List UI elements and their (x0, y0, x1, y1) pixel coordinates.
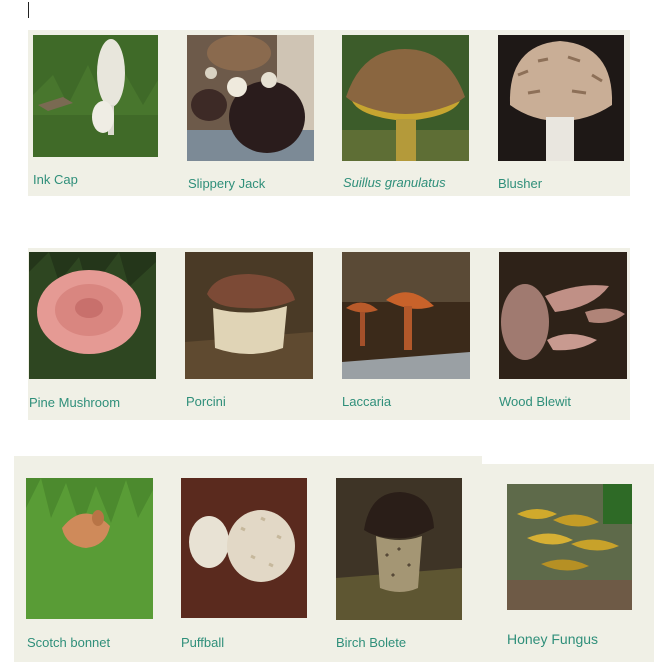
mushroom-label: Wood Blewit (499, 394, 572, 409)
suillus-granulatus-photo (342, 35, 469, 161)
wood-blewit-photo (499, 252, 627, 379)
porcini-photo (185, 252, 313, 379)
honey-fungus-photo (507, 484, 632, 610)
mushroom-label: Scotch bonnet (27, 635, 111, 650)
mushroom-label: Pine Mushroom (29, 395, 121, 410)
mushroom-label: Puffball (181, 635, 225, 650)
slippery-jack-photo (187, 35, 314, 161)
mushroom-label: Porcini (186, 394, 226, 409)
scotch-bonnet-photo (26, 478, 153, 619)
text-cursor (28, 2, 29, 18)
mushroom-label: Birch Bolete (336, 635, 407, 650)
blusher-photo (498, 35, 624, 161)
puffball-photo (181, 478, 307, 618)
mushroom-label: Honey Fungus (507, 631, 599, 647)
mushroom-label: Slippery Jack (188, 176, 266, 191)
mushroom-label: Laccaria (342, 394, 392, 409)
mushroom-label: Suillus granulatus (343, 175, 446, 190)
birch-bolete-photo (336, 478, 462, 620)
mushroom-label: Ink Cap (33, 172, 78, 187)
laccaria-photo (342, 252, 470, 379)
ink-cap-photo (33, 35, 158, 157)
mushroom-label: Blusher (498, 176, 543, 191)
pine-mushroom-photo (29, 252, 156, 379)
